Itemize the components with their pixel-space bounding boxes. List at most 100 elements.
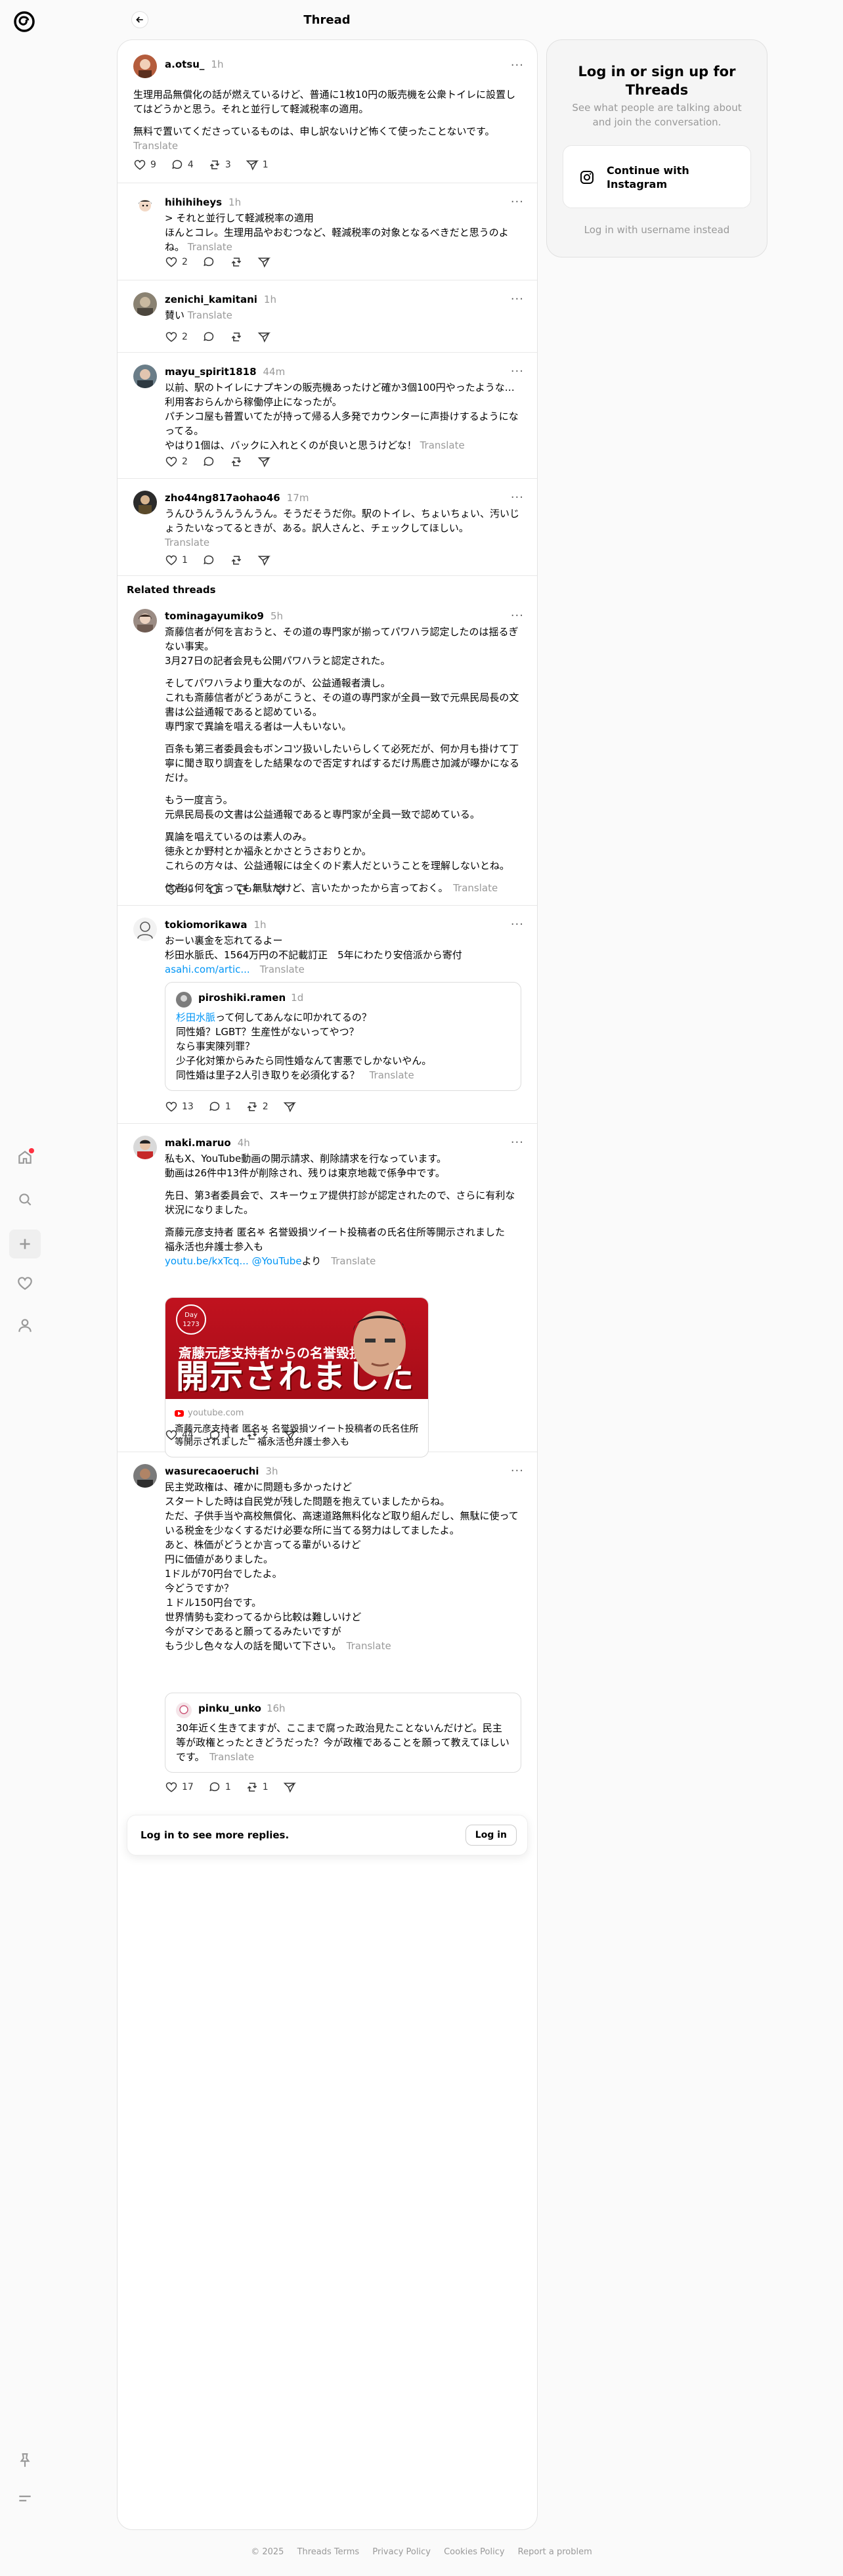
footer-link-report[interactable]: Report a problem	[518, 2547, 592, 2557]
repost-button[interactable]	[230, 255, 243, 269]
quoted-username[interactable]: piroshiki.ramen	[198, 992, 286, 1004]
footer-link-terms[interactable]: Threads Terms	[297, 2547, 360, 2557]
mention-link[interactable]: 杉田水脈	[176, 1011, 215, 1023]
reply-button[interactable]: 1	[208, 1100, 231, 1113]
username[interactable]: tominagayumiko9	[165, 610, 264, 622]
translate-link[interactable]: Translate	[260, 964, 305, 975]
translate-link[interactable]: Translate	[209, 1751, 254, 1763]
quoted-post[interactable]: pinku_unko 16h 30年近く生きてますが、ここまで腐った政治見たことな…	[165, 1693, 521, 1773]
avatar[interactable]	[133, 1136, 157, 1159]
footer-link-cookies[interactable]: Cookies Policy	[444, 2547, 504, 2557]
like-button[interactable]: 2	[165, 330, 188, 344]
reply-button[interactable]	[202, 255, 215, 269]
like-button[interactable]: 44	[165, 1429, 194, 1442]
username[interactable]: maki.maruo	[165, 1137, 231, 1149]
quoted-username[interactable]: pinku_unko	[198, 1702, 261, 1714]
search-icon[interactable]	[13, 1188, 37, 1211]
like-button[interactable]: 2	[165, 255, 188, 269]
plus-icon[interactable]	[9, 1230, 41, 1258]
reply-button[interactable]: 1	[208, 1781, 231, 1794]
youtube-link[interactable]: youtu.be/kxTcq...	[165, 1255, 249, 1267]
footer-link-privacy[interactable]: Privacy Policy	[372, 2547, 431, 2557]
username-login-link[interactable]: Log in with username instead	[547, 224, 767, 236]
avatar[interactable]	[133, 1464, 157, 1488]
translate-link[interactable]: Translate	[133, 139, 520, 153]
more-icon[interactable]: ···	[511, 365, 524, 378]
heart-icon[interactable]	[13, 1272, 37, 1295]
avatar[interactable]	[133, 292, 157, 316]
repost-button[interactable]: 2	[246, 1429, 269, 1442]
more-icon[interactable]: ···	[511, 1464, 524, 1478]
avatar[interactable]	[176, 992, 192, 1008]
share-button[interactable]	[283, 1100, 296, 1113]
translate-link[interactable]: Translate	[347, 1640, 391, 1652]
translate-link[interactable]: Translate	[453, 882, 498, 894]
repost-button[interactable]	[230, 554, 243, 567]
share-button[interactable]	[257, 455, 270, 468]
like-button[interactable]: 99	[165, 883, 194, 897]
like-button[interactable]: 13	[165, 1100, 194, 1113]
translate-link[interactable]: Translate	[188, 241, 232, 253]
username[interactable]: wasurecaoeruchi	[165, 1465, 259, 1477]
more-icon[interactable]: ···	[511, 918, 524, 931]
repost-button[interactable]: 3	[208, 158, 231, 171]
reply-button[interactable]	[202, 554, 215, 567]
share-button[interactable]	[283, 1429, 296, 1442]
more-icon[interactable]: ···	[511, 195, 524, 209]
avatar[interactable]	[133, 609, 157, 633]
more-icon[interactable]: ···	[511, 491, 524, 504]
repost-button[interactable]: 1	[246, 1781, 269, 1794]
home-icon[interactable]	[13, 1145, 37, 1169]
share-button[interactable]	[257, 330, 270, 344]
reply-button[interactable]	[202, 455, 215, 468]
login-button[interactable]: Log in	[465, 1825, 517, 1846]
repost-button[interactable]	[230, 330, 243, 344]
translate-link[interactable]: Translate	[165, 535, 520, 550]
more-icon[interactable]: ···	[511, 609, 524, 623]
avatar[interactable]	[133, 365, 157, 388]
article-link[interactable]: asahi.com/artic...	[165, 964, 250, 975]
avatar[interactable]	[133, 491, 157, 514]
pin-icon[interactable]	[13, 2449, 37, 2472]
avatar[interactable]	[133, 195, 157, 219]
profile-icon[interactable]	[13, 1314, 37, 1337]
like-button[interactable]: 1	[165, 554, 188, 567]
continue-with-instagram-button[interactable]: Continue with Instagram	[563, 145, 751, 208]
threads-logo-icon[interactable]	[12, 9, 37, 34]
back-arrow-icon[interactable]	[131, 11, 148, 28]
username[interactable]: zho44ng817aohao46	[165, 492, 280, 504]
translate-link[interactable]: Translate	[331, 1255, 376, 1267]
reply-button[interactable]	[208, 883, 221, 897]
like-button[interactable]: 2	[165, 455, 188, 468]
more-icon[interactable]: ···	[511, 58, 524, 72]
username[interactable]: tokiomorikawa	[165, 919, 247, 931]
like-button[interactable]: 9	[133, 158, 156, 171]
share-button[interactable]: 1	[246, 158, 269, 171]
username[interactable]: mayu_spirit1818	[165, 366, 257, 378]
translate-link[interactable]: Translate	[420, 439, 465, 451]
share-button[interactable]	[283, 1781, 296, 1794]
repost-button[interactable]: 4	[236, 883, 259, 897]
username[interactable]: a.otsu_	[165, 58, 204, 70]
avatar[interactable]	[133, 55, 157, 78]
more-icon[interactable]: ···	[511, 292, 524, 306]
reply-button[interactable]	[202, 330, 215, 344]
avatar[interactable]	[176, 1702, 192, 1718]
repost-button[interactable]	[230, 455, 243, 468]
more-icon[interactable]: ···	[511, 1136, 524, 1149]
like-button[interactable]: 17	[165, 1781, 194, 1794]
menu-icon[interactable]	[13, 2487, 37, 2510]
youtube-mention[interactable]: @YouTube	[252, 1255, 302, 1267]
translate-link[interactable]: Translate	[370, 1069, 414, 1081]
reply-button[interactable]: 4	[171, 158, 194, 171]
repost-button[interactable]: 2	[246, 1100, 269, 1113]
share-button[interactable]	[257, 255, 270, 269]
username[interactable]: hihihiheys	[165, 196, 222, 208]
share-button[interactable]	[257, 554, 270, 567]
share-button[interactable]	[273, 883, 286, 897]
quoted-post[interactable]: piroshiki.ramen 1d 杉田水脈って何してあんなに叩かれてるの？ 同…	[165, 982, 521, 1091]
reply-button[interactable]: 1	[208, 1429, 231, 1442]
username[interactable]: zenichi_kamitani	[165, 294, 257, 305]
avatar[interactable]	[133, 918, 157, 941]
translate-link[interactable]: Translate	[188, 309, 232, 321]
